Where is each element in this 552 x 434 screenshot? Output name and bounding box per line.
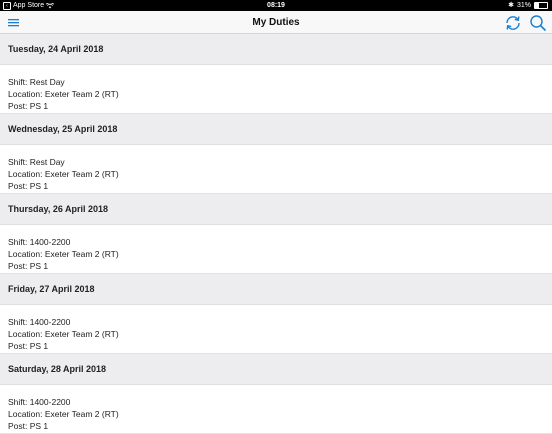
day-header: Thursday, 26 April 2018: [0, 194, 552, 225]
page-title: My Duties: [252, 17, 300, 28]
battery-percent: 31%: [516, 2, 531, 9]
location-text: Location: Exeter Team 2 (RT): [8, 409, 119, 419]
duty-details[interactable]: Shift: 1400-2200 Location: Exeter Team 2…: [0, 385, 552, 434]
duty-details[interactable]: Shift: 1400-2200 Location: Exeter Team 2…: [0, 305, 552, 354]
shift-text: Shift: 1400-2200: [8, 237, 71, 247]
location-text: Location: Exeter Team 2 (RT): [8, 329, 119, 339]
location-text: Location: Exeter Team 2 (RT): [8, 89, 119, 99]
duty-details[interactable]: Shift: Rest Day Location: Exeter Team 2 …: [0, 65, 552, 114]
day-header: Friday, 27 April 2018: [0, 274, 552, 305]
post-text: Post: PS 1: [8, 181, 49, 191]
day-header: Wednesday, 25 April 2018: [0, 114, 552, 145]
location-text: Location: Exeter Team 2 (RT): [8, 169, 119, 179]
duty-day[interactable]: Wednesday, 25 April 2018 Shift: Rest Day…: [0, 114, 552, 194]
shift-text: Shift: Rest Day: [8, 77, 65, 87]
shift-text: Shift: 1400-2200: [8, 397, 71, 407]
bluetooth-icon: ✱: [508, 2, 514, 9]
post-text: Post: PS 1: [8, 101, 49, 111]
shift-text: Shift: 1400-2200: [8, 317, 71, 327]
refresh-icon[interactable]: [503, 13, 523, 33]
duty-day[interactable]: Saturday, 28 April 2018 Shift: 1400-2200…: [0, 354, 552, 434]
duty-day[interactable]: Friday, 27 April 2018 Shift: 1400-2200 L…: [0, 274, 552, 354]
battery-icon: [534, 2, 548, 9]
status-time: 08:19: [267, 2, 285, 9]
post-text: Post: PS 1: [8, 261, 49, 271]
status-bar: ‹ App Store 08:19 ✱ 31%: [0, 0, 552, 11]
post-text: Post: PS 1: [8, 341, 49, 351]
duty-day[interactable]: Thursday, 26 April 2018 Shift: 1400-2200…: [0, 194, 552, 274]
search-icon[interactable]: [528, 13, 548, 33]
duty-details[interactable]: Shift: Rest Day Location: Exeter Team 2 …: [0, 145, 552, 194]
shift-text: Shift: Rest Day: [8, 157, 65, 167]
navigation-bar: My Duties: [0, 11, 552, 34]
status-right: ✱ 31%: [508, 0, 548, 11]
duty-day[interactable]: Tuesday, 24 April 2018 Shift: Rest Day L…: [0, 34, 552, 114]
duty-details[interactable]: Shift: 1400-2200 Location: Exeter Team 2…: [0, 225, 552, 274]
day-header: Tuesday, 24 April 2018: [0, 34, 552, 65]
location-text: Location: Exeter Team 2 (RT): [8, 249, 119, 259]
day-header: Saturday, 28 April 2018: [0, 354, 552, 385]
post-text: Post: PS 1: [8, 421, 49, 431]
duties-list: Tuesday, 24 April 2018 Shift: Rest Day L…: [0, 34, 552, 434]
